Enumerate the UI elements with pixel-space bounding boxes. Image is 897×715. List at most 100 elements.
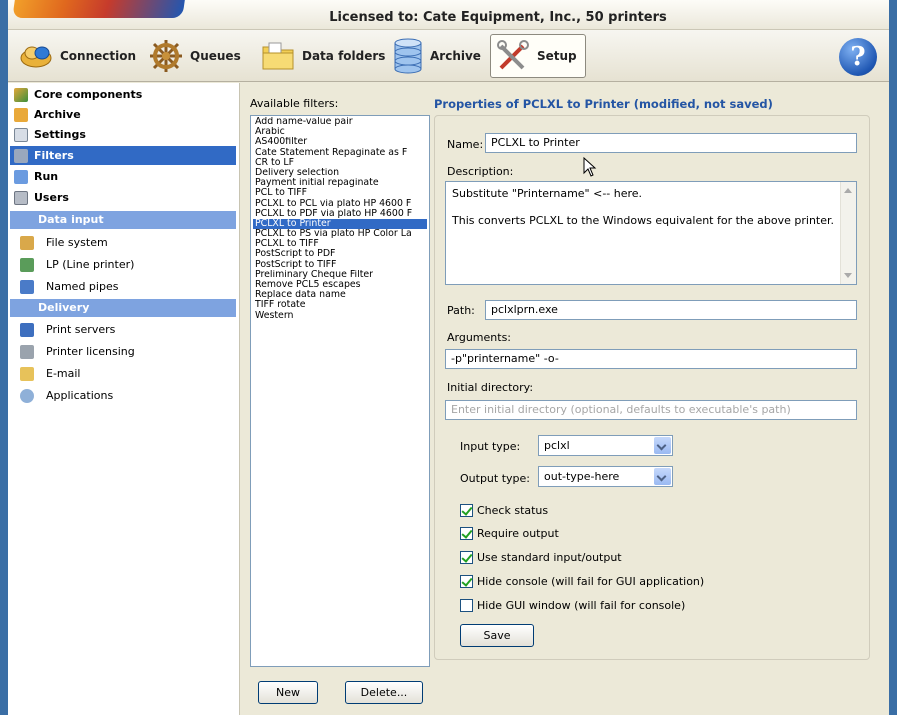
checkbox-box[interactable] xyxy=(460,598,473,612)
sidebar-item-print-servers[interactable]: Print servers xyxy=(10,320,236,339)
file-system-icon xyxy=(20,235,34,250)
checkbox-box[interactable] xyxy=(460,574,473,588)
list-item[interactable]: Replace data name xyxy=(253,290,427,300)
description-scrollbar[interactable] xyxy=(840,182,856,284)
sidebar-item-line-printer[interactable]: LP (Line printer) xyxy=(10,255,236,274)
list-item[interactable]: PCLXL to PDF via plato HP 4600 F xyxy=(253,209,427,219)
sidebar-item-label: E-mail xyxy=(46,367,81,380)
connection-label: Connection xyxy=(60,49,137,63)
save-button[interactable]: Save xyxy=(460,624,534,647)
list-item[interactable]: Remove PCL5 escapes xyxy=(253,280,427,290)
checkbox-box[interactable] xyxy=(460,526,473,540)
new-filter-button[interactable]: New xyxy=(258,681,318,704)
arguments-field[interactable]: -p"printername" -o- xyxy=(445,349,857,369)
sidebar-item-label: Printer licensing xyxy=(46,345,135,358)
chevron-down-icon[interactable] xyxy=(654,468,671,485)
folder-icon xyxy=(260,38,296,74)
section-data-input: Data input xyxy=(10,211,236,229)
standard-io-checkbox[interactable]: Use standard input/output xyxy=(460,549,622,565)
list-item[interactable]: PostScript to TIFF xyxy=(253,260,427,270)
list-item[interactable]: PCLXL to PCL via plato HP 4600 F xyxy=(253,199,427,209)
list-item[interactable]: AS400filter xyxy=(253,137,427,147)
sidebar-item-printer-licensing[interactable]: Printer licensing xyxy=(10,342,236,361)
sidebar-item-named-pipes[interactable]: Named pipes xyxy=(10,277,236,296)
sidebar-item-label: LP (Line printer) xyxy=(46,258,135,271)
check-status-checkbox[interactable]: Check status xyxy=(460,502,548,518)
print-server-icon xyxy=(20,322,34,337)
require-output-checkbox[interactable]: Require output xyxy=(460,525,559,541)
list-item[interactable]: Arabic xyxy=(253,127,427,137)
sidebar-item-file-system[interactable]: File system xyxy=(10,233,236,252)
hide-gui-window-checkbox[interactable]: Hide GUI window (will fail for console) xyxy=(460,597,685,613)
sidebar-item-users[interactable]: Users xyxy=(10,188,236,207)
app-logo xyxy=(12,0,186,18)
tools-icon xyxy=(495,38,531,74)
connection-button[interactable]: Connection xyxy=(18,34,136,78)
list-item[interactable]: Add name-value pair xyxy=(253,117,427,127)
sidebar-item-settings[interactable]: Settings xyxy=(10,125,236,144)
checkbox-label: Hide console (will fail for GUI applicat… xyxy=(477,574,705,588)
list-item-selected[interactable]: PCLXL to Printer xyxy=(253,218,427,230)
path-label: Path: xyxy=(447,304,475,317)
list-item[interactable]: PCLXL to PS via plato HP Color La xyxy=(253,229,427,239)
path-field[interactable]: pclxlprn.exe xyxy=(485,300,857,320)
sidebar-item-label: Named pipes xyxy=(46,280,119,293)
app-window: Licensed to: Cate Equipment, Inc., 50 pr… xyxy=(8,0,889,715)
applications-icon xyxy=(20,388,34,403)
scroll-up-icon[interactable] xyxy=(844,188,852,193)
input-type-select[interactable]: pclxl xyxy=(538,435,673,456)
data-folders-button[interactable]: Data folders xyxy=(260,34,385,78)
setup-label: Setup xyxy=(537,49,577,63)
list-item[interactable]: PostScript to PDF xyxy=(253,249,427,259)
list-item[interactable]: PCL to TIFF xyxy=(253,188,427,198)
settings-icon xyxy=(14,127,28,142)
list-item[interactable]: TIFF rotate xyxy=(253,300,427,310)
list-item[interactable]: PCLXL to TIFF xyxy=(253,239,427,249)
sidebar-item-label: Settings xyxy=(34,128,86,141)
run-icon xyxy=(14,169,28,184)
sidebar-item-filters[interactable]: Filters xyxy=(10,146,236,165)
input-type-value: pclxl xyxy=(544,439,570,452)
list-item[interactable]: Cate Statement Repaginate as F xyxy=(253,148,427,158)
sidebar-item-applications[interactable]: Applications xyxy=(10,386,236,405)
checkbox-label: Use standard input/output xyxy=(477,550,622,564)
sidebar-item-archive[interactable]: Archive xyxy=(10,105,236,124)
sidebar-item-core-components[interactable]: Core components xyxy=(10,85,236,104)
hide-console-checkbox[interactable]: Hide console (will fail for GUI applicat… xyxy=(460,573,704,589)
delete-filter-button[interactable]: Delete... xyxy=(345,681,423,704)
sidebar: Core components Archive Settings Filters… xyxy=(8,83,240,715)
description-label: Description: xyxy=(447,165,514,178)
available-filters-label: Available filters: xyxy=(250,97,339,110)
section-delivery: Delivery xyxy=(10,299,236,317)
output-type-select[interactable]: out-type-here xyxy=(538,466,673,487)
arguments-label: Arguments: xyxy=(447,331,512,344)
archive-icon xyxy=(14,107,28,122)
list-item[interactable]: Preliminary Cheque Filter xyxy=(253,270,427,280)
list-item[interactable]: Payment initial repaginate xyxy=(253,178,427,188)
scroll-down-icon[interactable] xyxy=(844,273,852,278)
checkbox-box[interactable] xyxy=(460,550,473,564)
checkbox-label: Require output xyxy=(477,526,559,540)
checkbox-label: Check status xyxy=(477,503,549,517)
initial-directory-label: Initial directory: xyxy=(447,381,534,394)
main-toolbar: Connection Queues Data folders Archive S… xyxy=(8,30,889,82)
list-item[interactable]: Western xyxy=(253,311,427,321)
name-field[interactable]: PCLXL to Printer xyxy=(485,133,857,153)
queues-button[interactable]: Queues xyxy=(148,34,241,78)
sidebar-item-label: Filters xyxy=(34,149,74,162)
queues-label: Queues xyxy=(190,49,241,63)
licensing-icon xyxy=(20,344,34,359)
filter-list[interactable]: Add name-value pair Arabic AS400filter C… xyxy=(250,115,430,667)
sidebar-item-run[interactable]: Run xyxy=(10,167,236,186)
list-item[interactable]: CR to LF xyxy=(253,158,427,168)
checkbox-label: Hide GUI window (will fail for console) xyxy=(477,598,686,612)
sidebar-item-email[interactable]: E-mail xyxy=(10,364,236,383)
archive-button[interactable]: Archive xyxy=(392,34,481,78)
setup-button[interactable]: Setup xyxy=(490,34,586,78)
description-field[interactable]: Substitute "Printername" <-- here. This … xyxy=(445,181,857,285)
chevron-down-icon[interactable] xyxy=(654,437,671,454)
initial-directory-field[interactable]: Enter initial directory (optional, defau… xyxy=(445,400,857,420)
checkbox-box[interactable] xyxy=(460,503,473,517)
list-item[interactable]: Delivery selection xyxy=(253,168,427,178)
help-button[interactable]: ? xyxy=(839,38,877,76)
